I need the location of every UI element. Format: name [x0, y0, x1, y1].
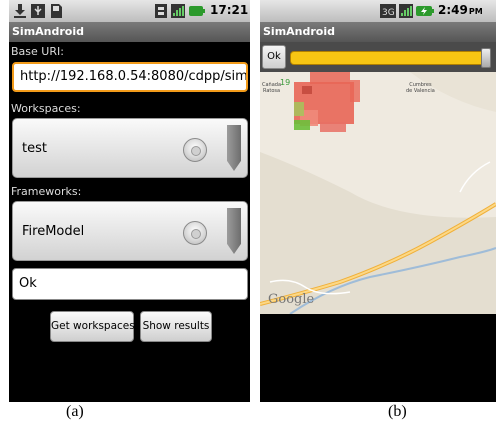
clock: 2:49PM [438, 3, 483, 17]
dropdown-handle-icon[interactable] [227, 125, 241, 171]
map-toolbar: Ok [260, 42, 496, 72]
map-canvas [260, 72, 496, 314]
signal-icon [399, 4, 413, 18]
google-attribution: Google [268, 292, 315, 307]
radio-icon[interactable] [183, 221, 207, 245]
map-view[interactable]: Cañada Ratosa 19 Cumbres de Valencia Googl… [260, 72, 496, 314]
slider-fill [291, 52, 487, 64]
battery-icon [189, 6, 205, 16]
base-uri-input[interactable]: http://192.168.0.54:8080/cdpp/sim [12, 62, 248, 92]
screen-a: 17:21 SimAndroid Base URI: http://192.16… [9, 0, 250, 402]
ok-button[interactable]: Ok [262, 45, 286, 69]
time-slider[interactable] [290, 48, 491, 68]
caption-b: (b) [388, 403, 407, 420]
base-uri-label: Base URI: [11, 45, 64, 58]
screen-b: 3G 2:49PM SimAndroid Ok Cañada Ratosa 19… [260, 0, 496, 402]
app-title: SimAndroid [9, 22, 250, 42]
battery-charging-icon [416, 6, 434, 16]
usb-icon [31, 4, 45, 18]
get-workspaces-button[interactable]: Get workspaces [50, 311, 135, 342]
clock: 17:21 [210, 3, 249, 17]
show-results-button[interactable]: Show results [140, 311, 212, 342]
sim-icon [155, 4, 167, 18]
result-field[interactable]: Ok [12, 268, 248, 300]
dropdown-handle-icon[interactable] [227, 208, 241, 254]
workspaces-label: Workspaces: [11, 102, 81, 115]
map-place-label: Cumbres de Valencia [406, 82, 435, 94]
slider-thumb[interactable] [481, 48, 491, 68]
workspaces-spinner[interactable]: test [12, 118, 248, 178]
framework-selected: FireModel [22, 224, 85, 239]
map-place-label: Cañada Ratosa [262, 82, 282, 94]
frameworks-label: Frameworks: [11, 185, 82, 198]
download-icon [14, 4, 26, 18]
sd-card-icon [51, 4, 62, 18]
3g-icon: 3G [380, 4, 396, 18]
workspace-selected: test [22, 141, 47, 156]
status-bar: 3G 2:49PM [260, 0, 496, 22]
caption-a: (a) [66, 403, 84, 420]
app-title: SimAndroid [260, 22, 496, 42]
radio-icon[interactable] [183, 138, 207, 162]
status-bar: 17:21 [9, 0, 250, 22]
map-value-label: 19 [280, 78, 291, 87]
svg-text:3G: 3G [382, 8, 395, 18]
fire-simulation-overlay [294, 72, 360, 132]
signal-icon [171, 4, 185, 18]
frameworks-spinner[interactable]: FireModel [12, 201, 248, 261]
